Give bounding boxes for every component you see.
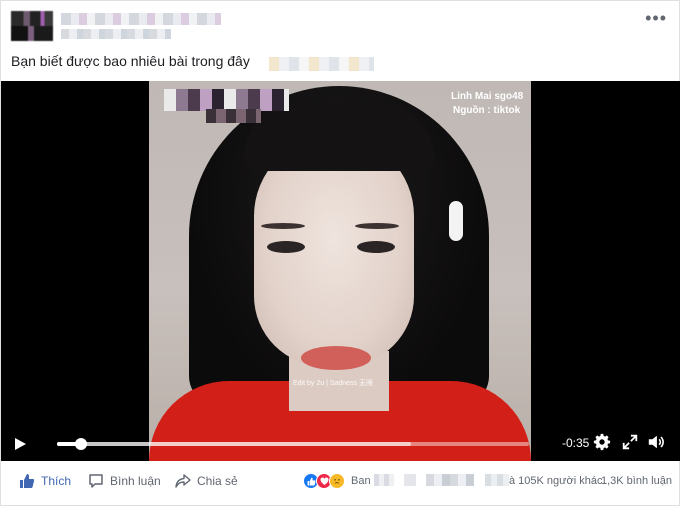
video-frame	[149, 81, 531, 461]
post-card: ••• Bạn biết được bao nhiêu bài trong đâ…	[0, 0, 680, 506]
comment-button[interactable]: Bình luận	[88, 473, 161, 489]
right-eyebrow	[355, 223, 399, 229]
video-overlay-redacted-2	[206, 109, 261, 123]
volume-icon[interactable]	[647, 433, 665, 451]
left-eyebrow	[261, 223, 305, 229]
reaction-friends-prefix[interactable]: Ban	[351, 475, 371, 487]
share-icon	[175, 474, 191, 488]
play-icon[interactable]	[13, 437, 27, 451]
share-label: Chia sẻ	[197, 474, 238, 488]
sad-reaction-icon	[329, 473, 345, 489]
edit-credit: Edit by 2u | Sadness 无限	[293, 380, 374, 387]
friend-name-redacted	[404, 474, 416, 486]
comment-label: Bình luận	[110, 474, 161, 488]
thumbs-up-icon	[20, 474, 35, 488]
right-eye	[357, 241, 395, 253]
lips	[301, 346, 371, 370]
comment-icon	[89, 474, 103, 488]
video-player[interactable]: Linh Mai sgo48 Nguồn : tiktok Edit by 2u…	[1, 81, 680, 461]
progress-thumb[interactable]	[74, 438, 87, 450]
separator-dot: ·	[592, 475, 596, 487]
friend-name-redacted	[426, 474, 474, 486]
left-eye	[267, 241, 305, 253]
gear-icon[interactable]	[593, 433, 611, 451]
video-overlay-redacted	[164, 89, 289, 111]
fullscreen-icon[interactable]	[621, 433, 639, 451]
comment-count[interactable]: 1,3K bình luận	[601, 475, 672, 487]
progress-bar[interactable]	[57, 438, 529, 450]
post-meta-redacted	[61, 29, 171, 39]
friend-name-redacted	[485, 474, 509, 486]
reaction-icons[interactable]	[303, 473, 345, 489]
share-button[interactable]: Chia sẻ	[175, 473, 238, 489]
caption-redacted	[269, 57, 374, 71]
watermark-name: Linh Mai sgo48	[451, 91, 524, 102]
watermark-source: Nguồn : tiktok	[453, 105, 521, 116]
like-button[interactable]: Thích	[19, 473, 71, 489]
post-caption: Bạn biết được bao nhiêu bài trong đây	[11, 53, 250, 69]
author-avatar[interactable]	[11, 11, 53, 41]
reaction-count[interactable]: à 105K người khác	[509, 475, 602, 487]
author-name-redacted[interactable]	[61, 13, 221, 25]
friend-name-redacted	[374, 474, 394, 486]
video-subject-bangs	[244, 101, 434, 171]
time-remaining: -0:35	[562, 436, 590, 450]
earbud	[449, 201, 463, 241]
progress-buffer	[57, 442, 411, 446]
more-options-button[interactable]: •••	[645, 9, 667, 27]
like-label: Thích	[41, 474, 72, 488]
